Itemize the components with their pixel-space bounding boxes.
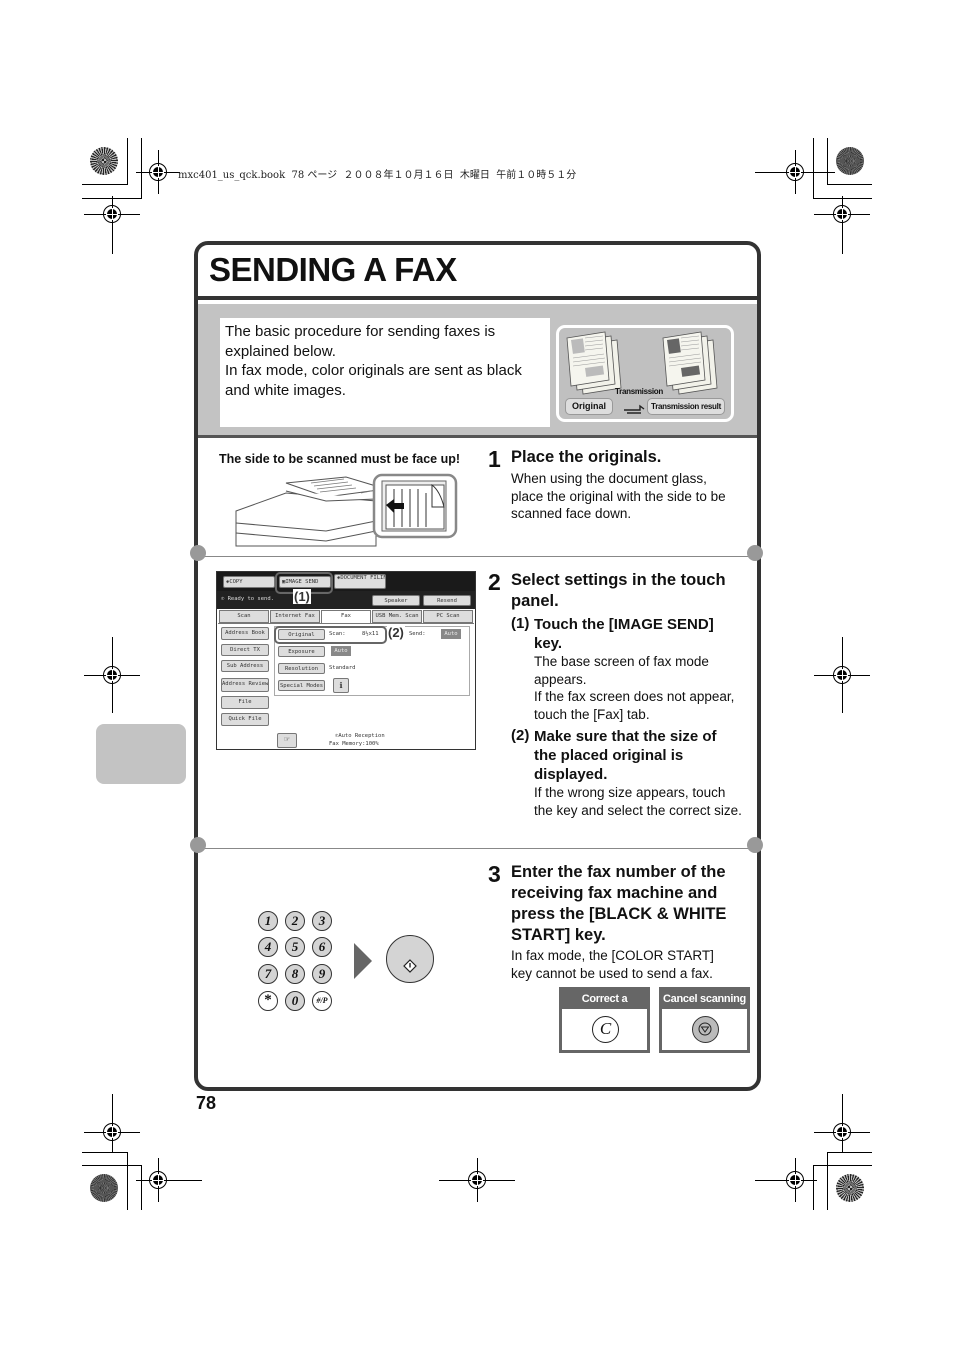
- start-diamond-icon: [403, 959, 417, 973]
- sub-step-number: (2): [511, 727, 530, 744]
- resend-button[interactable]: Resend: [423, 595, 471, 606]
- resolution-value: Standard: [329, 665, 356, 671]
- exposure-button[interactable]: Exposure: [278, 646, 325, 657]
- key-1[interactable]: 1: [258, 911, 278, 931]
- divider-dot: [747, 545, 763, 561]
- page-title: SENDING A FAX: [209, 251, 457, 288]
- resolution-button[interactable]: Resolution: [278, 663, 325, 674]
- tab-usb-mem-scan[interactable]: USB Mem. Scan: [372, 610, 422, 623]
- original-label: Original: [565, 398, 613, 415]
- file-button[interactable]: File: [221, 696, 269, 709]
- sub2-body: If the wrong size appears, touch the key…: [534, 785, 742, 818]
- step1-heading: Place the originals.: [511, 448, 662, 466]
- stop-triangle-icon: [698, 1022, 712, 1036]
- key-8[interactable]: 8: [285, 964, 305, 984]
- sub2-heading: Make sure that the size of the placed or…: [534, 728, 717, 783]
- step1-body: When using the document glass, place the…: [511, 471, 726, 521]
- status-text: ✆ Ready to send.: [221, 596, 274, 602]
- scanner-illustration: [235, 473, 458, 547]
- section-divider: [198, 848, 757, 849]
- key-7[interactable]: 7: [258, 964, 278, 984]
- quick-file-button[interactable]: Quick File: [221, 713, 269, 726]
- divider-dot: [190, 837, 206, 853]
- step3-heading: Enter the fax number of the receiving fa…: [511, 863, 727, 944]
- mode-bar: ◈COPY ▣IMAGE SEND ◈DOCUMENT FILING: [217, 572, 475, 591]
- cancel-scanning-box: Cancel scanning: [659, 987, 750, 1053]
- step-number: 1: [488, 446, 501, 472]
- key-9[interactable]: 9: [312, 964, 332, 984]
- transmission-result-label: Transmission result: [647, 398, 725, 415]
- status-bar: ✆ Ready to send. Speaker Resend: [217, 591, 475, 609]
- address-book-button[interactable]: Address Book: [221, 627, 269, 640]
- title-band: SENDING A FAX: [198, 245, 757, 300]
- sub1-body: The base screen of fax mode appears. If …: [534, 654, 735, 722]
- send-size-value: Auto: [441, 629, 461, 639]
- tab-pc-scan[interactable]: PC Scan: [423, 610, 473, 623]
- sub-address-button[interactable]: Sub Address: [221, 660, 269, 672]
- mode-tab-document-filing[interactable]: ◈DOCUMENT FILING: [334, 574, 386, 589]
- print-slug: mxc401_us_qck.book 78 ページ ２００８年１０月１６日 木曜…: [178, 170, 577, 181]
- divider-dot: [747, 837, 763, 853]
- correct-mistake-box: Correct a mistake C: [559, 987, 650, 1053]
- page-number: 78: [196, 1093, 217, 1113]
- divider-dot: [190, 545, 206, 561]
- direct-tx-button[interactable]: Direct TX: [221, 644, 269, 656]
- section-divider: [198, 556, 757, 557]
- color-rosette-icon: [836, 1174, 864, 1202]
- step-number: 2: [488, 569, 501, 595]
- key-4[interactable]: 4: [258, 937, 278, 957]
- mode-tab-copy[interactable]: ◈COPY: [223, 576, 275, 588]
- special-modes-button[interactable]: Special Modes: [278, 680, 325, 691]
- intro-text: The basic procedure for sending faxes is…: [220, 318, 550, 427]
- step-number: 3: [488, 861, 501, 887]
- key-0[interactable]: 0: [285, 991, 305, 1011]
- transmission-label: Transmission: [615, 387, 663, 396]
- correct-mistake-label: Correct a mistake: [562, 990, 647, 1024]
- key-5[interactable]: 5: [285, 937, 305, 957]
- clear-key-icon[interactable]: C: [592, 1016, 619, 1043]
- content-frame: SENDING A FAX The basic procedure for se…: [194, 241, 761, 1091]
- play-arrow-icon: [354, 943, 372, 979]
- tab-scan[interactable]: Scan: [219, 610, 269, 623]
- color-rosette-icon: [90, 147, 118, 175]
- sub-step-number: (1): [511, 615, 530, 632]
- key-hash-pause[interactable]: #/P: [312, 991, 332, 1011]
- tab-fax[interactable]: Fax: [321, 610, 371, 623]
- callout-label-2: (2): [387, 625, 405, 640]
- transmission-arrow-icon: [624, 404, 645, 414]
- stop-key-icon[interactable]: [692, 1016, 719, 1043]
- sub1-heading: Touch the [IMAGE SEND] key.: [534, 616, 714, 652]
- address-review-button[interactable]: Address Review: [221, 678, 269, 692]
- callout-label-1: (1): [293, 589, 311, 604]
- fax-memory: Fax Memory:100%: [329, 741, 379, 747]
- info-icon[interactable]: ℹ: [333, 678, 349, 693]
- face-up-caption: The side to be scanned must be face up!: [219, 452, 461, 466]
- cancel-scanning-label: Cancel scanning: [662, 990, 747, 1009]
- tab-internet-fax[interactable]: Internet Fax: [270, 610, 320, 623]
- color-rosette-icon: [90, 1174, 118, 1202]
- phone-icon: ✆: [221, 596, 225, 602]
- color-rosette-icon: [836, 147, 864, 175]
- key-asterisk[interactable]: *: [258, 991, 278, 1011]
- speaker-button[interactable]: Speaker: [372, 595, 420, 606]
- job-status-icon[interactable]: ☞: [277, 733, 297, 748]
- key-2[interactable]: 2: [285, 911, 305, 931]
- key-3[interactable]: 3: [312, 911, 332, 931]
- transmission-illustration: Transmission Original Transmission resul…: [556, 325, 734, 422]
- black-white-start-key[interactable]: [386, 935, 434, 983]
- key-6[interactable]: 6: [312, 937, 332, 957]
- step3-body: In fax mode, the [COLOR START] key canno…: [511, 948, 714, 981]
- callout-original-size: [274, 626, 387, 644]
- intro-section: The basic procedure for sending faxes is…: [198, 304, 757, 438]
- step2-heading: Select settings in the touch panel.: [511, 571, 726, 610]
- chapter-tab-marker: [96, 724, 186, 784]
- exposure-value: Auto: [331, 646, 351, 656]
- touch-panel-screenshot: ◈COPY ▣IMAGE SEND ◈DOCUMENT FILING ✆ Rea…: [216, 571, 476, 750]
